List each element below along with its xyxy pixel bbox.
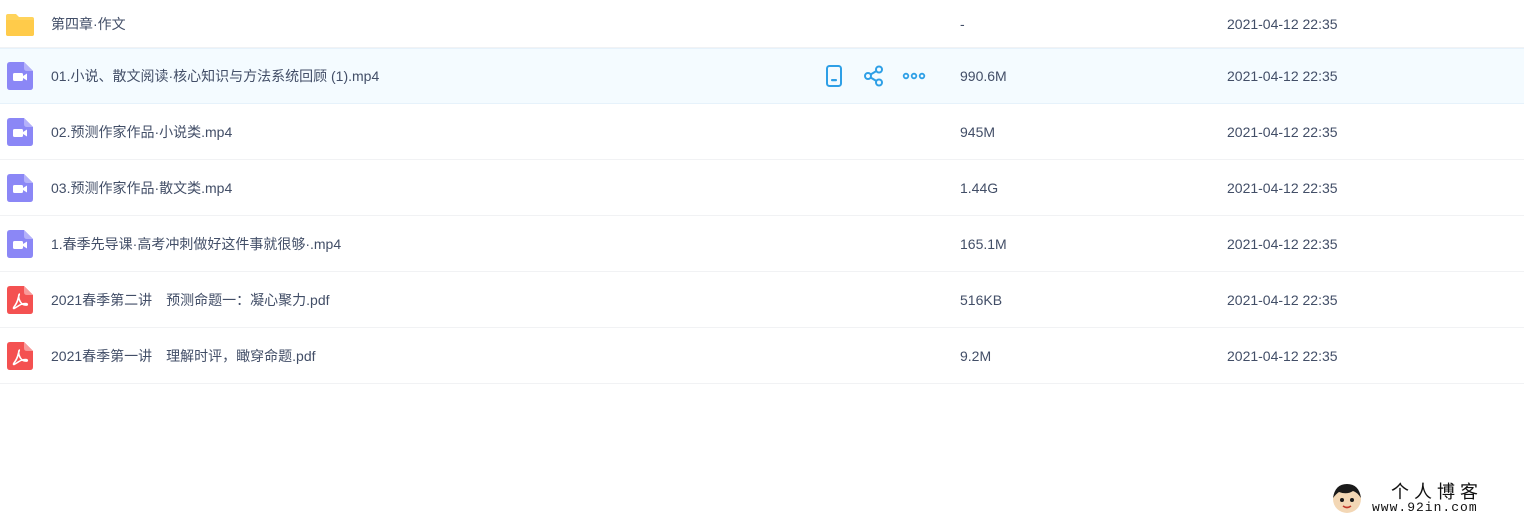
file-name[interactable]: 03.预测作家作品·散文类.mp4 — [51, 178, 232, 198]
file-name[interactable]: 第四章·作文 — [51, 14, 126, 34]
file-name[interactable]: 02.预测作家作品·小说类.mp4 — [51, 122, 232, 142]
file-date: 2021-04-12 22:35 — [1227, 15, 1338, 32]
file-name[interactable]: 2021春季第二讲 预测命题一：凝心聚力.pdf — [51, 290, 330, 310]
file-size: 9.2M — [960, 347, 992, 364]
file-name[interactable]: 1.春季先导课·高考冲刺做好这件事就很够·.mp4 — [51, 234, 341, 254]
row-actions — [822, 64, 942, 88]
file-row-video[interactable]: 01.小说、散文阅读·核心知识与方法系统回顾 (1).mp4 990.6M 20… — [0, 48, 1524, 104]
phone-icon[interactable] — [822, 64, 846, 88]
file-name[interactable]: 01.小说、散文阅读·核心知识与方法系统回顾 (1).mp4 — [51, 66, 379, 86]
share-icon[interactable] — [862, 64, 886, 88]
file-row-video[interactable]: 02.预测作家作品·小说类.mp4 945M 2021-04-12 22:35 — [0, 104, 1524, 160]
file-size: 165.1M — [960, 235, 1007, 252]
file-date: 2021-04-12 22:35 — [1227, 291, 1338, 308]
video-file-icon — [7, 229, 33, 258]
file-size: 1.44G — [960, 179, 999, 196]
file-row-pdf[interactable]: 2021春季第一讲 理解时评，瞰穿命题.pdf 9.2M 2021-04-12 … — [0, 328, 1524, 384]
pdf-file-icon — [7, 341, 33, 370]
file-size: - — [960, 15, 965, 32]
watermark-url: www.92in.com — [1372, 500, 1478, 515]
cartoon-avatar-icon — [1333, 484, 1361, 513]
file-name[interactable]: 2021春季第一讲 理解时评，瞰穿命题.pdf — [51, 346, 316, 366]
pdf-file-icon — [7, 285, 33, 314]
file-date: 2021-04-12 22:35 — [1227, 235, 1338, 252]
more-icon[interactable] — [902, 64, 926, 88]
file-date: 2021-04-12 22:35 — [1227, 179, 1338, 196]
file-date: 2021-04-12 22:35 — [1227, 68, 1338, 84]
video-file-icon — [7, 117, 33, 146]
file-row-video[interactable]: 1.春季先导课·高考冲刺做好这件事就很够·.mp4 165.1M 2021-04… — [0, 216, 1524, 272]
file-date: 2021-04-12 22:35 — [1227, 347, 1338, 364]
video-file-icon — [7, 173, 33, 202]
file-list: 第四章·作文 - 2021-04-12 22:35 01.小说、散文阅读·核心知… — [0, 0, 1524, 384]
video-file-icon — [7, 62, 33, 90]
file-size: 945M — [960, 123, 996, 140]
blog-watermark: 个人博客 www.92in.com — [1329, 478, 1524, 518]
file-date: 2021-04-12 22:35 — [1227, 123, 1338, 140]
file-row-pdf[interactable]: 2021春季第二讲 预测命题一：凝心聚力.pdf 516KB 2021-04-1… — [0, 272, 1524, 328]
file-size: 516KB — [960, 291, 1003, 308]
file-row-video[interactable]: 03.预测作家作品·散文类.mp4 1.44G 2021-04-12 22:35 — [0, 160, 1524, 216]
folder-icon — [6, 13, 34, 36]
file-row-folder[interactable]: 第四章·作文 - 2021-04-12 22:35 — [0, 0, 1524, 48]
file-size: 990.6M — [960, 68, 1007, 84]
